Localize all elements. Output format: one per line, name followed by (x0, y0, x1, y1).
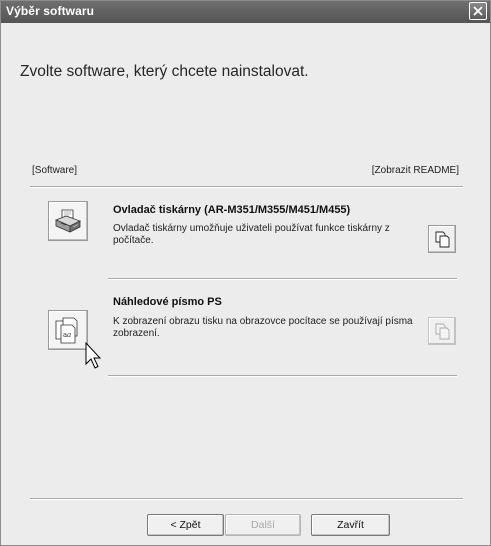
close-button[interactable]: Zavřít (311, 514, 390, 536)
printer-driver-title: Ovladač tiskárny (AR-M351/M355/M451/M455… (113, 204, 351, 216)
font-files-icon: a a (55, 317, 78, 344)
ps-display-font-readme-button[interactable] (428, 317, 456, 345)
printer-driver-description: Ovladač tiskárny umožňuje uživateli použ… (113, 223, 390, 246)
footer-divider (30, 498, 463, 500)
close-window-button[interactable] (469, 2, 487, 20)
list-bottom-divider (108, 375, 457, 377)
page-heading: Zvolte software, který chcete nainstalov… (20, 63, 309, 80)
ps-display-font-description: K zobrazení obrazu tisku na obrazovce po… (113, 316, 413, 339)
install-ps-display-font-button[interactable]: a a (48, 310, 88, 350)
list-top-divider (30, 186, 463, 188)
software-selection-dialog: Výběr softwaru Zvolte software, který ch… (0, 0, 491, 546)
software-column-header: [Software] (32, 165, 78, 176)
install-printer-driver-button[interactable] (48, 201, 88, 241)
readme-column-header: [Zobrazit README] (371, 165, 459, 176)
title-bar[interactable]: Výběr softwaru (1, 1, 490, 23)
back-button[interactable]: < Zpět (147, 514, 224, 536)
svg-text:a: a (67, 331, 71, 339)
mouse-pointer-icon (85, 342, 101, 369)
copy-document-icon (435, 323, 450, 340)
copy-document-icon (435, 231, 450, 248)
close-icon (473, 6, 483, 16)
window-title: Výběr softwaru (6, 4, 95, 18)
printer-icon (54, 209, 82, 233)
ps-display-font-title: Náhledové písmo PS (113, 296, 222, 308)
next-button[interactable]: Další (225, 514, 301, 536)
list-item-divider (108, 278, 457, 280)
printer-driver-readme-button[interactable] (428, 225, 456, 253)
